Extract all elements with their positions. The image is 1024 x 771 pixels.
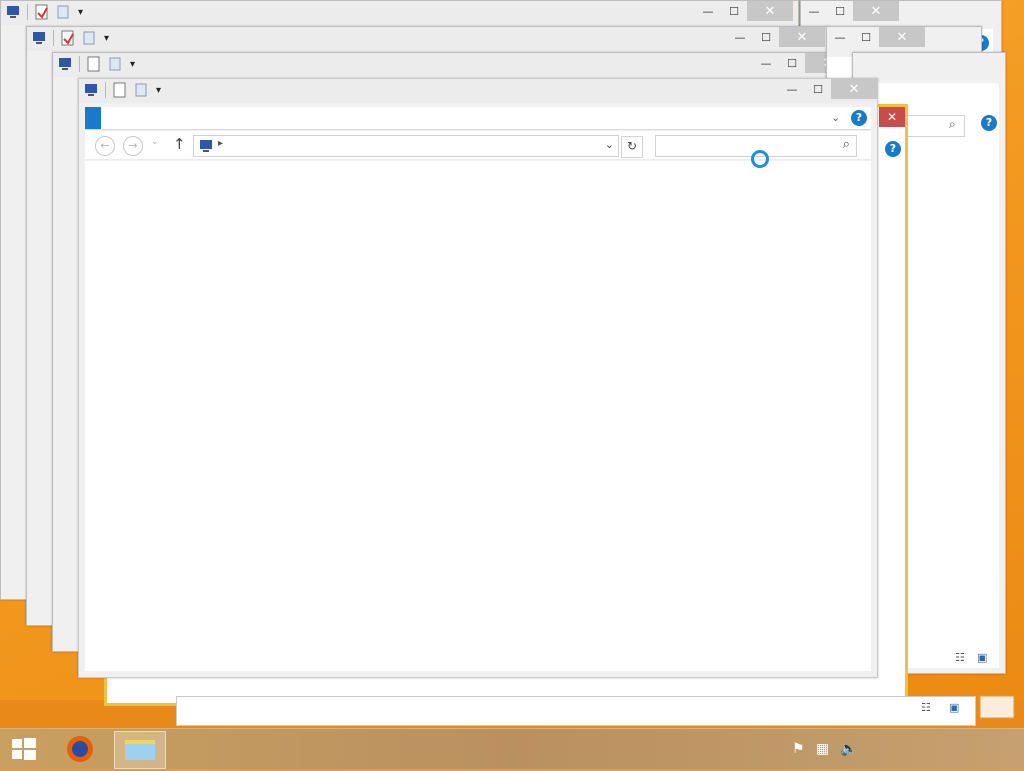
properties-icon[interactable] — [86, 56, 102, 72]
customize-dropdown-icon[interactable]: ▾ — [104, 33, 109, 44]
maximize-icon[interactable]: ☐ — [779, 53, 805, 73]
properties-icon[interactable] — [34, 4, 50, 20]
customize-dropdown-icon[interactable]: ▾ — [156, 85, 161, 96]
new-folder-icon[interactable] — [134, 82, 150, 98]
close-icon[interactable]: ✕ — [879, 27, 925, 47]
help-icon[interactable]: ? — [885, 141, 901, 157]
breadcrumb-arrow-icon[interactable]: ▸ — [218, 138, 223, 149]
recent-locations-icon[interactable]: ⌄ — [151, 137, 159, 147]
busy-cursor-icon — [751, 150, 769, 168]
help-icon[interactable]: ? — [851, 110, 867, 126]
tab-computer[interactable] — [149, 107, 165, 129]
search-icon: ⌕ — [949, 117, 956, 131]
minimize-icon[interactable]: — — [753, 53, 779, 73]
expand-ribbon-icon[interactable]: ⌄ — [831, 111, 840, 124]
new-folder-icon[interactable] — [108, 56, 124, 72]
up-icon[interactable]: ↑ — [173, 135, 186, 153]
minimize-icon[interactable]: — — [695, 1, 721, 21]
details-view-icon[interactable]: ☷ — [921, 701, 931, 714]
minimize-icon[interactable]: — — [827, 27, 853, 47]
customize-dropdown-icon[interactable]: ▾ — [130, 59, 135, 70]
computer-icon — [83, 82, 99, 98]
close-icon[interactable]: ✕ — [879, 107, 905, 127]
properties-icon[interactable] — [112, 82, 128, 98]
computer-icon — [198, 138, 214, 157]
minimize-icon[interactable]: — — [801, 1, 827, 21]
tab-manage[interactable] — [303, 107, 319, 129]
title-bar[interactable]: ▾ — ☐ ✕ — [1, 1, 798, 25]
maximize-icon[interactable]: ☐ — [805, 79, 831, 99]
taskbar: ⚑ ▦ 🔈 — [0, 728, 1024, 769]
customize-dropdown-icon[interactable]: ▾ — [78, 7, 83, 18]
title-bar[interactable]: ▾ — ☐ ✕ — [79, 79, 877, 103]
firefox-icon[interactable] — [62, 733, 98, 765]
properties-icon[interactable] — [60, 30, 76, 46]
maximize-icon[interactable]: ☐ — [853, 27, 879, 47]
close-icon[interactable]: ✕ — [747, 1, 793, 21]
new-folder-icon[interactable] — [56, 4, 72, 20]
title-bar[interactable]: ▾ — ☐ ✕ — [27, 27, 827, 51]
back-icon[interactable]: ← — [95, 136, 115, 156]
minimize-icon[interactable]: — — [779, 79, 805, 99]
search-icon: ⌕ — [842, 137, 850, 152]
address-dropdown-icon[interactable]: ⌄ — [605, 138, 614, 151]
maximize-icon[interactable]: ☐ — [827, 1, 853, 21]
large-icons-view-icon[interactable]: ▣ — [977, 651, 987, 664]
close-icon[interactable]: ✕ — [779, 27, 825, 47]
explorer-window-statusbar: ☷ ▣ — [176, 696, 976, 726]
refresh-icon[interactable]: ↻ — [621, 136, 643, 158]
large-icons-view-icon[interactable]: ▣ — [949, 701, 959, 714]
start-icon[interactable] — [10, 737, 38, 761]
computer-icon — [5, 4, 21, 20]
maximize-icon[interactable]: ☐ — [721, 1, 747, 21]
tab-file[interactable] — [85, 107, 101, 129]
maximize-icon[interactable]: ☐ — [753, 27, 779, 47]
close-icon[interactable]: ✕ — [831, 79, 877, 99]
flag-icon[interactable]: ⚑ — [792, 741, 805, 757]
computer-icon — [31, 30, 47, 46]
help-icon[interactable]: ? — [981, 115, 997, 131]
file-list-area[interactable] — [85, 161, 871, 671]
minimize-icon[interactable]: — — [727, 27, 753, 47]
title-bar[interactable]: ▾ — ☐ ✕ — [53, 53, 853, 77]
address-bar[interactable]: ▸ ⌄ — [193, 135, 619, 157]
folder-icon — [978, 690, 1018, 722]
network-icon[interactable]: ▦ — [816, 741, 829, 757]
explorer-window-front[interactable]: ▾ — ☐ ✕ ⌄ ? ← → ⌄ ↑ ▸ ⌄ ↻ ⌕ — [78, 78, 878, 678]
computer-icon — [57, 56, 73, 72]
new-folder-icon[interactable] — [82, 30, 98, 46]
ribbon-tabs: ⌄ ? — [85, 107, 871, 130]
details-view-icon[interactable]: ☷ — [955, 651, 965, 664]
file-explorer-icon[interactable] — [114, 731, 166, 769]
volume-muted-icon[interactable]: 🔈 — [840, 741, 857, 757]
tab-view[interactable] — [221, 107, 237, 129]
close-icon[interactable]: ✕ — [853, 1, 899, 21]
forward-icon[interactable]: → — [123, 136, 143, 156]
